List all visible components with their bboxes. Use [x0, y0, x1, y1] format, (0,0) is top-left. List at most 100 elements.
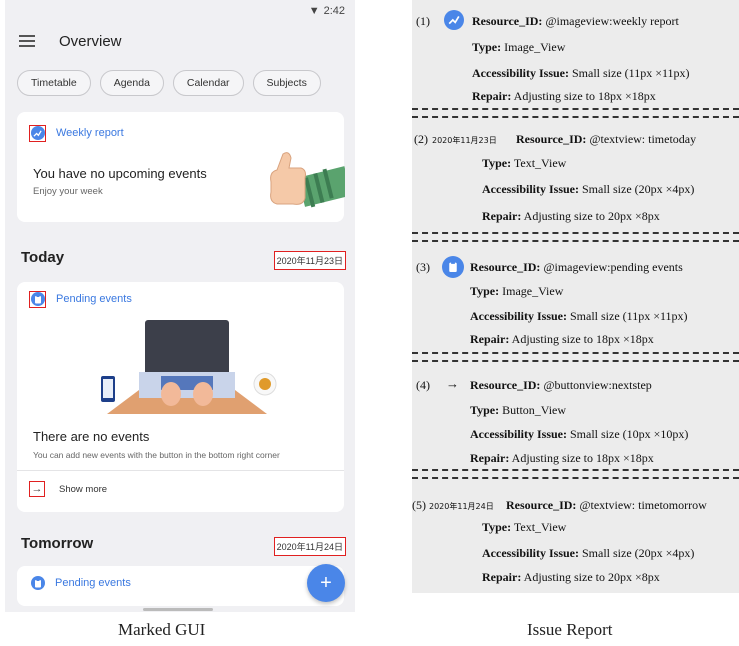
issue-label: Accessibility Issue:	[470, 427, 567, 441]
date-thumbnail: 2020年11月23日	[432, 136, 497, 145]
resource-id-value: @imageview:weekly report	[545, 14, 679, 28]
tomorrow-pending-title: Pending events	[55, 577, 131, 589]
wifi-icon: ▼	[308, 5, 320, 17]
status-bar: ▼ 2:42	[5, 0, 355, 22]
issue-value: Small size (11px ×11px)	[572, 66, 690, 80]
issue-value: Small size (20px ×4px)	[582, 546, 695, 560]
type-label: Type:	[470, 403, 500, 417]
issue-value: Small size (10px ×10px)	[570, 427, 689, 441]
chip-timetable[interactable]: Timetable	[17, 70, 91, 96]
issue-label: Accessibility Issue:	[482, 546, 579, 560]
caption-issue-report: Issue Report	[527, 620, 613, 639]
separator	[412, 116, 739, 118]
arrow-right-icon: →	[31, 483, 43, 495]
laptop-illustration	[101, 320, 277, 414]
resource-id-value: @textview: timetomorrow	[579, 498, 707, 512]
issue-number: (1)	[416, 14, 430, 28]
issue-label: Accessibility Issue:	[482, 182, 579, 196]
add-event-fab[interactable]: +	[307, 564, 345, 602]
issue-value: Small size (20px ×4px)	[582, 182, 695, 196]
repair-label: Repair:	[482, 209, 522, 223]
repair-value: Adjusting size to 20px ×8px	[523, 570, 660, 584]
clipboard-icon	[30, 292, 45, 306]
resource-id-label: Resource_ID:	[470, 378, 541, 392]
chip-calendar[interactable]: Calendar	[172, 70, 244, 96]
type-label: Type:	[482, 156, 512, 170]
caption-marked-gui: Marked GUI	[118, 620, 206, 639]
today-date: 2020年11月23日	[273, 251, 346, 270]
type-label: Type:	[470, 284, 500, 298]
issue-label: Accessibility Issue:	[470, 309, 567, 323]
clipboard-icon	[31, 576, 45, 590]
weekly-report-icon-marker[interactable]	[29, 124, 46, 142]
type-value: Text_View	[513, 520, 567, 534]
separator	[412, 232, 739, 234]
today-label: Today	[21, 249, 65, 266]
weekly-report-title: Weekly report	[56, 127, 124, 139]
clipboard-icon	[442, 256, 464, 278]
repair-value: Adjusting size to 20px ×8px	[523, 209, 660, 223]
tomorrow-pending-card[interactable]: Pending events	[17, 566, 344, 606]
no-upcoming-heading: You have no upcoming events	[33, 166, 207, 181]
separator	[412, 360, 739, 362]
separator	[412, 477, 739, 479]
next-step-button[interactable]: →	[29, 481, 45, 497]
app-bar: Overview	[5, 22, 355, 60]
chip-row: Timetable Agenda Calendar Subjects	[5, 60, 355, 96]
chip-agenda[interactable]: Agenda	[99, 70, 164, 96]
status-time: 2:42	[323, 5, 345, 17]
separator	[412, 469, 739, 471]
repair-label: Repair:	[482, 570, 522, 584]
resource-id-label: Resource_ID:	[470, 260, 541, 274]
repair-label: Repair:	[470, 332, 510, 346]
issue-number: (4)	[416, 378, 430, 392]
type-value: Text_View	[513, 156, 567, 170]
pending-events-icon-marker[interactable]	[29, 290, 46, 308]
chart-icon	[444, 10, 464, 30]
repair-value: Adjusting size to 18px ×18px	[513, 89, 656, 103]
weekly-report-card[interactable]: Weekly report You have no upcoming event…	[17, 112, 345, 222]
tomorrow-date: 2020年11月24日	[273, 537, 346, 556]
card-divider	[17, 470, 344, 471]
chart-icon	[30, 126, 45, 140]
thumbs-up-illustration	[270, 152, 345, 208]
resource-id-label: Resource_ID:	[472, 14, 543, 28]
nav-handle	[143, 608, 213, 611]
show-more-label: Show more	[59, 483, 108, 495]
issue-number: (3)	[416, 260, 430, 274]
separator	[412, 108, 739, 110]
resource-id-value: @textview: timetoday	[589, 132, 697, 146]
issue-number: (5)	[412, 498, 426, 512]
issue-label: Accessibility Issue:	[472, 66, 569, 80]
arrow-right-icon: →	[446, 376, 459, 391]
page-title: Overview	[59, 32, 122, 50]
repair-label: Repair:	[470, 451, 510, 465]
type-value: Image_View	[502, 284, 564, 298]
resource-id-value: @imageview:pending events	[543, 260, 683, 274]
type-value: Image_View	[504, 40, 566, 54]
issue-number: (2)	[414, 132, 428, 146]
pending-events-card[interactable]: Pending events There are no events You c…	[17, 282, 344, 512]
phone-screen: ▼ 2:42 Overview Timetable Agenda Calenda…	[5, 0, 355, 612]
resource-id-value: @buttonview:nextstep	[543, 378, 652, 392]
separator	[412, 352, 739, 354]
add-events-hint: You can add new events with the button i…	[33, 450, 280, 460]
menu-icon[interactable]	[19, 35, 35, 47]
issue-value: Small size (11px ×11px)	[570, 309, 688, 323]
tomorrow-label: Tomorrow	[21, 535, 94, 552]
issue-report: (1) Resource_ID: @imageview:weekly repor…	[412, 0, 739, 593]
repair-value: Adjusting size to 18px ×18px	[511, 451, 654, 465]
enjoy-week-text: Enjoy your week	[33, 186, 103, 197]
type-label: Type:	[472, 40, 502, 54]
chip-subjects[interactable]: Subjects	[252, 70, 321, 96]
resource-id-label: Resource_ID:	[506, 498, 577, 512]
resource-id-label: Resource_ID:	[516, 132, 587, 146]
type-label: Type:	[482, 520, 512, 534]
repair-label: Repair:	[472, 89, 512, 103]
repair-value: Adjusting size to 18px ×18px	[511, 332, 654, 346]
type-value: Button_View	[502, 403, 567, 417]
no-events-heading: There are no events	[33, 429, 150, 444]
show-more-row[interactable]: → Show more	[29, 481, 107, 497]
pending-events-title: Pending events	[56, 293, 132, 305]
date-thumbnail: 2020年11月24日	[429, 502, 494, 511]
